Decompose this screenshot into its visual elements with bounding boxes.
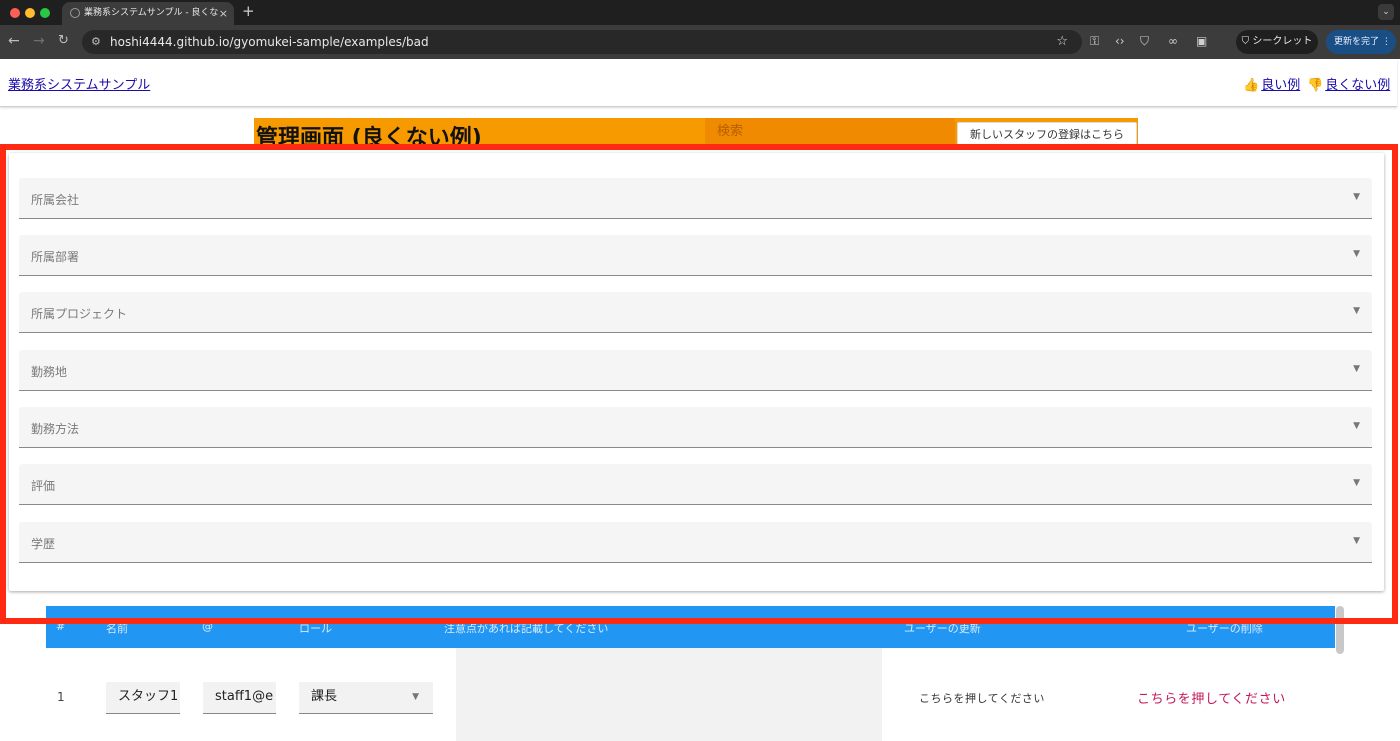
update-label: 更新を完了: [1334, 37, 1380, 47]
incognito-small-icon[interactable]: ⛉: [1140, 34, 1149, 49]
good-example-label: 良い例: [1261, 78, 1301, 93]
incognito-label: シークレット: [1252, 36, 1313, 47]
site-settings-icon[interactable]: ⚙: [91, 30, 101, 54]
minimize-window-icon[interactable]: [25, 8, 35, 18]
more-menu-icon[interactable]: ⋮: [1382, 37, 1391, 47]
site-title-link[interactable]: 業務系システムサンプル: [8, 74, 150, 93]
maximize-window-icon[interactable]: [40, 8, 50, 18]
thumbs-down-icon: 👎: [1307, 78, 1324, 93]
globe-icon: [70, 8, 80, 18]
admin-toolbar: 管理画面 (良くない例) 検索 新しいスタッフの登録はこちら: [254, 118, 1138, 146]
forward-icon[interactable]: →: [33, 33, 45, 49]
role-value: 課長: [311, 689, 338, 704]
browser-toolbar: ← → ↻ ⚙ hoshi4444.github.io/gyomukei-sam…: [0, 25, 1400, 59]
email-input[interactable]: staff1@e: [203, 682, 276, 714]
good-example-link[interactable]: 👍 良い例: [1243, 74, 1300, 93]
notes-textarea[interactable]: [456, 648, 882, 741]
tab-close-icon[interactable]: ×: [219, 2, 228, 25]
back-icon[interactable]: ←: [8, 33, 20, 49]
address-bar[interactable]: ⚙ hoshi4444.github.io/gyomukei-sample/ex…: [82, 30, 1082, 54]
link-icon[interactable]: ∞: [1168, 34, 1178, 48]
new-staff-button[interactable]: 新しいスタッフの登録はこちら: [957, 122, 1137, 146]
bad-example-link[interactable]: 👎 良くない例: [1307, 74, 1390, 93]
new-tab-icon[interactable]: +: [242, 2, 255, 20]
sidebar-icon[interactable]: ▣: [1196, 34, 1207, 48]
bad-example-label: 良くない例: [1325, 78, 1391, 93]
delete-user-button[interactable]: こちらを押してください: [1137, 688, 1286, 707]
row-number: 1: [57, 690, 65, 704]
bookmark-star-icon[interactable]: ☆: [1056, 30, 1068, 54]
site-header: 業務系システムサンプル 👍 良い例 👎 良くない例: [0, 59, 1397, 107]
tab-title: 業務系システムサンプル - 良くな: [84, 8, 219, 18]
chevron-down-icon: ▼: [412, 692, 419, 702]
tab-search-icon[interactable]: ⌄: [1378, 4, 1394, 20]
password-key-icon[interactable]: ⚿: [1090, 34, 1099, 49]
incognito-icon: ⛉: [1241, 36, 1253, 47]
url-text: hoshi4444.github.io/gyomukei-sample/exam…: [110, 35, 429, 49]
page-title: 管理画面 (良くない例): [256, 126, 482, 146]
update-browser-button[interactable]: 更新を完了 ⋮: [1326, 30, 1396, 54]
name-input[interactable]: スタッフ1: [106, 682, 180, 714]
reload-icon[interactable]: ↻: [58, 33, 69, 48]
role-select[interactable]: 課長 ▼: [299, 682, 433, 714]
close-window-icon[interactable]: [10, 8, 20, 18]
highlight-frame: [0, 144, 1398, 624]
search-input[interactable]: 検索: [705, 118, 955, 146]
thumbs-up-icon: 👍: [1243, 78, 1260, 93]
browser-tab[interactable]: 業務系システムサンプル - 良くな ×: [62, 2, 234, 25]
code-icon[interactable]: ‹›: [1115, 34, 1125, 48]
browser-tabbar: 業務系システムサンプル - 良くな × + ⌄: [0, 0, 1400, 25]
update-user-button[interactable]: こちらを押してください: [919, 690, 1045, 706]
incognito-badge[interactable]: ⛉ シークレット: [1236, 30, 1318, 54]
